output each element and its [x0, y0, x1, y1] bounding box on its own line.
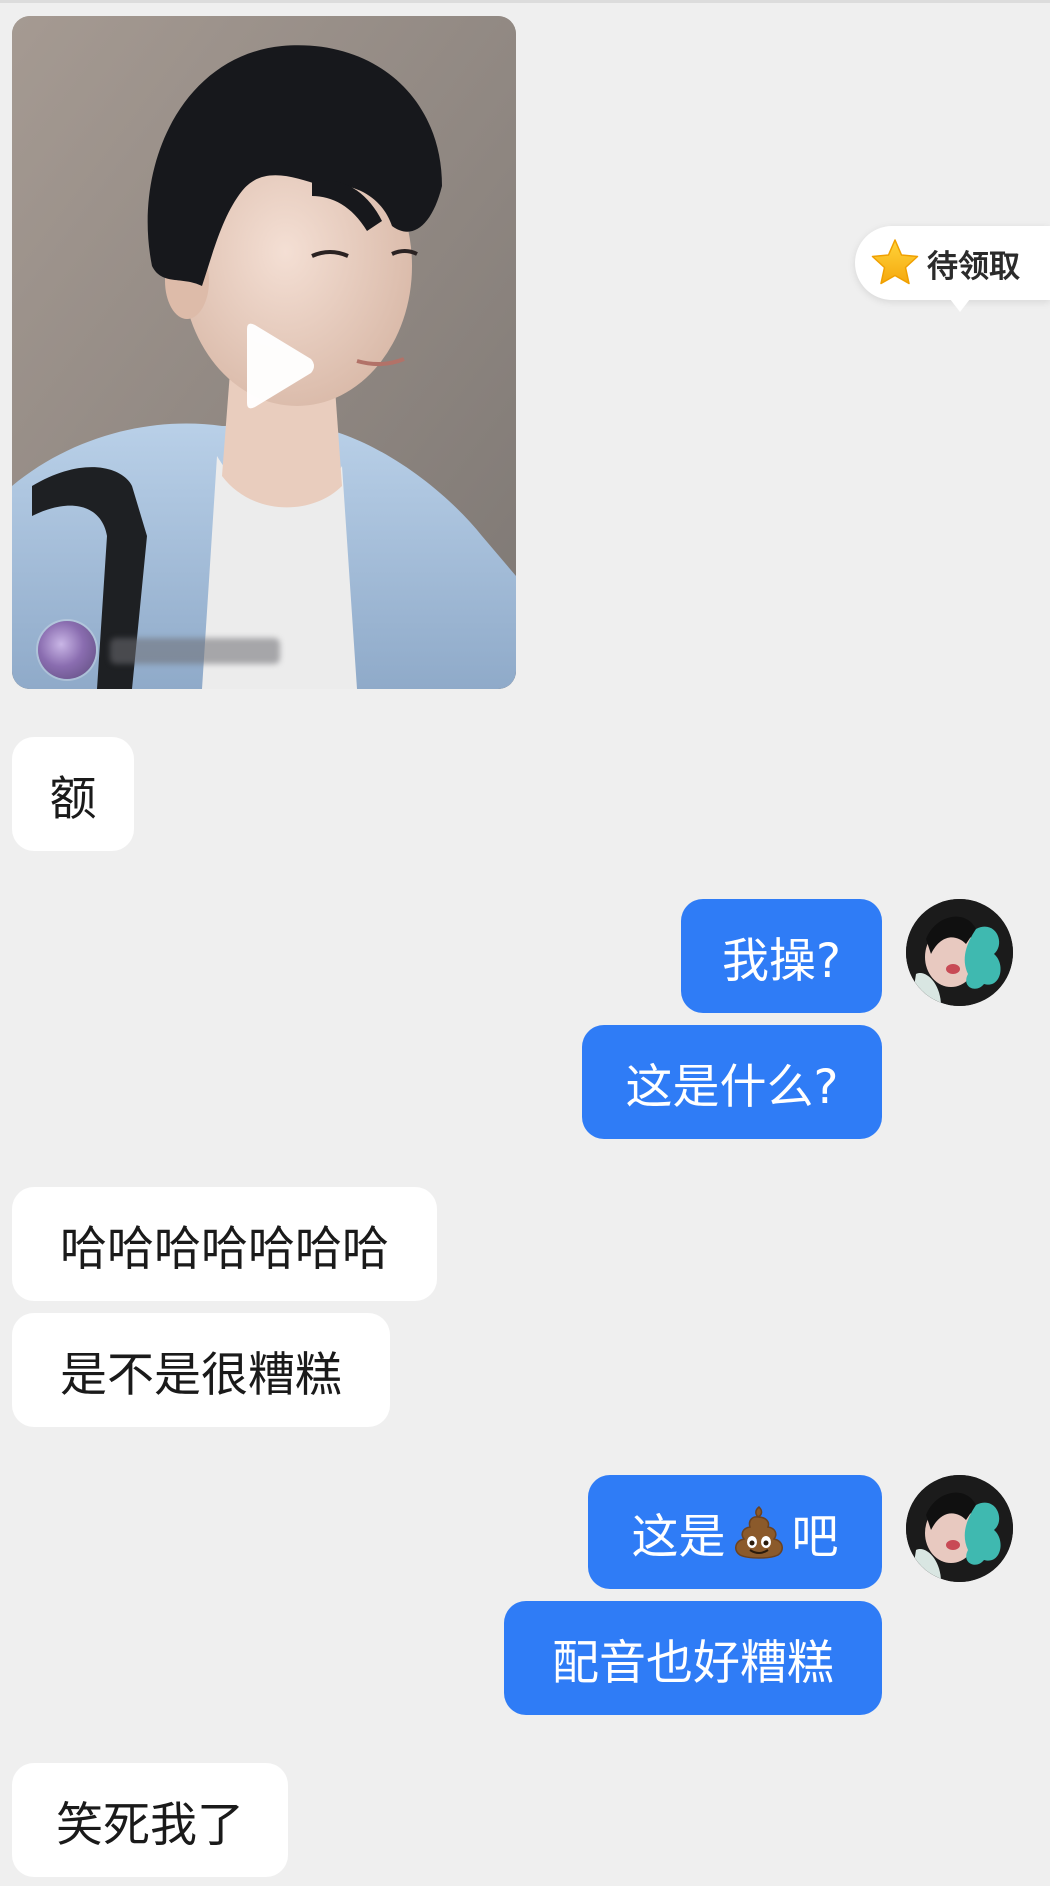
user-avatar[interactable]: [906, 1475, 1013, 1582]
message-text: 我操?: [722, 933, 841, 989]
reward-pending-badge[interactable]: 待领取: [855, 226, 1050, 312]
outgoing-message-bubble[interactable]: 我操?: [681, 899, 882, 1013]
incoming-message-bubble[interactable]: 哈哈哈哈哈哈哈: [12, 1187, 437, 1301]
message-text-after: 吧: [791, 1509, 839, 1565]
incoming-message-bubble[interactable]: 额: [12, 737, 134, 851]
message-text: 这是什么?: [625, 1059, 839, 1115]
play-icon[interactable]: [237, 321, 317, 411]
incoming-message-bubble[interactable]: 是不是很糟糕: [12, 1313, 390, 1427]
message-text: 哈哈哈哈哈哈哈: [60, 1221, 389, 1277]
outgoing-message-bubble[interactable]: 这是什么?: [582, 1025, 882, 1139]
outgoing-message-bubble[interactable]: 配音也好糟糕: [504, 1601, 882, 1715]
star-icon: [871, 239, 919, 285]
user-avatar[interactable]: [906, 899, 1013, 1006]
message-text-before: 这是: [631, 1509, 726, 1565]
top-divider: [0, 0, 1050, 3]
video-author-avatar[interactable]: [38, 621, 96, 679]
video-message-card[interactable]: [12, 16, 516, 689]
pile-of-poo-icon: [734, 1506, 783, 1559]
incoming-message-bubble[interactable]: 笑死我了: [12, 1763, 288, 1877]
reward-label: 待领取: [927, 248, 1020, 285]
message-text: 是不是很糟糕: [60, 1347, 342, 1403]
message-text: 笑死我了: [56, 1797, 244, 1853]
message-text: 配音也好糟糕: [552, 1635, 834, 1691]
outgoing-message-bubble[interactable]: 这是 吧: [588, 1475, 882, 1589]
message-text: 额: [49, 771, 97, 827]
video-author-name: [110, 638, 280, 664]
